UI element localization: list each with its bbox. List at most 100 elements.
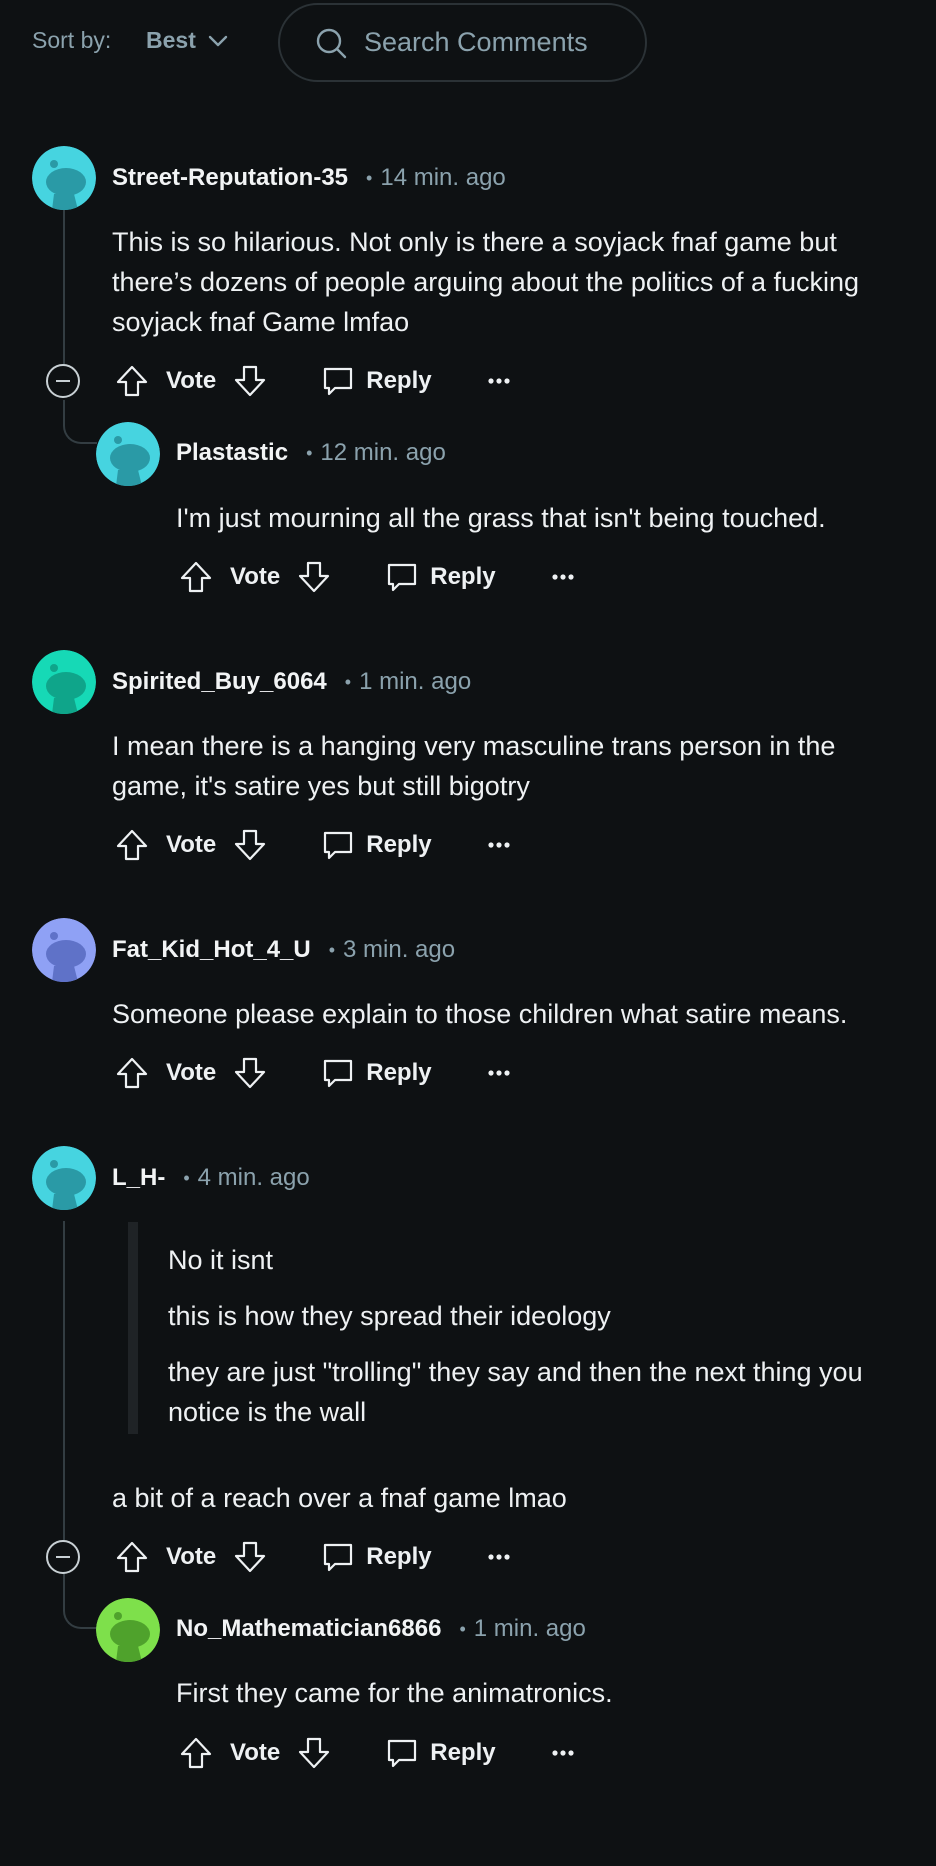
avatar[interactable] bbox=[32, 146, 96, 210]
more-options-icon[interactable] bbox=[551, 574, 574, 580]
comment-body: This is so hilarious. Not only is there … bbox=[112, 227, 860, 337]
avatar[interactable] bbox=[32, 650, 96, 714]
comment-body: a bit of a reach over a fnaf game lmao bbox=[112, 1483, 567, 1513]
upvote-icon[interactable] bbox=[178, 1735, 214, 1771]
reply-button[interactable]: Reply bbox=[322, 365, 432, 397]
author-name[interactable]: Spirited_Buy_6064 bbox=[112, 668, 327, 696]
downvote-icon[interactable] bbox=[232, 1539, 268, 1575]
avatar[interactable] bbox=[96, 422, 160, 486]
comment-actions: Vote Reply bbox=[114, 1051, 510, 1095]
search-input[interactable] bbox=[364, 27, 624, 58]
author-name[interactable]: L_H- bbox=[112, 1164, 165, 1192]
upvote-icon[interactable] bbox=[114, 827, 150, 863]
separator-dot: • bbox=[328, 939, 336, 960]
reply-label: Reply bbox=[430, 563, 496, 590]
separator-dot: • bbox=[459, 1618, 466, 1639]
comment-actions: Vote Reply bbox=[178, 555, 574, 599]
reply-button[interactable]: Reply bbox=[322, 1541, 432, 1573]
comment-icon bbox=[388, 563, 417, 592]
more-options-icon[interactable] bbox=[487, 378, 510, 384]
comment-header: Street-Reputation-35 • 14 min. ago bbox=[112, 163, 506, 193]
thread-line bbox=[63, 210, 65, 367]
timestamp: 4 min. ago bbox=[197, 1164, 310, 1191]
timestamp: 3 min. ago bbox=[343, 936, 456, 963]
vote-label: Vote bbox=[230, 563, 281, 590]
upvote-icon[interactable] bbox=[114, 1539, 150, 1575]
comment-body: Someone please explain to those children… bbox=[112, 999, 848, 1029]
comment-actions: Vote Reply bbox=[114, 359, 510, 403]
minus-icon bbox=[56, 1556, 70, 1558]
separator-dot: • bbox=[306, 442, 313, 463]
timestamp: 12 min. ago bbox=[320, 439, 446, 466]
comments-toolbar: Sort by: Best bbox=[0, 0, 936, 85]
minus-icon bbox=[56, 380, 70, 382]
reply-label: Reply bbox=[366, 1059, 432, 1086]
more-options-icon[interactable] bbox=[551, 1750, 574, 1756]
upvote-icon[interactable] bbox=[114, 363, 150, 399]
timestamp: 14 min. ago bbox=[380, 164, 506, 191]
timestamp: 1 min. ago bbox=[359, 668, 472, 695]
author-name[interactable]: Plastastic bbox=[176, 439, 288, 467]
reply-label: Reply bbox=[430, 1739, 496, 1766]
vote-label: Vote bbox=[166, 367, 217, 394]
sort-label: Sort by: bbox=[32, 27, 112, 53]
thread-line bbox=[63, 1221, 65, 1555]
quote-line: No it isnt bbox=[168, 1245, 274, 1275]
reply-button[interactable]: Reply bbox=[386, 1737, 496, 1769]
separator-dot: • bbox=[183, 1167, 190, 1188]
separator-dot: • bbox=[366, 167, 373, 188]
more-options-icon[interactable] bbox=[487, 1070, 510, 1076]
comment-actions: Vote Reply bbox=[114, 823, 510, 867]
comment-actions: Vote Reply bbox=[114, 1535, 510, 1579]
comment-body: First they came for the animatronics. bbox=[176, 1678, 613, 1708]
vote-label: Vote bbox=[166, 1543, 217, 1570]
avatar[interactable] bbox=[96, 1598, 160, 1662]
comment-icon bbox=[388, 1739, 417, 1768]
comment-header: No_Mathematician6866 • 1 min. ago bbox=[176, 1614, 586, 1644]
avatar[interactable] bbox=[32, 1146, 96, 1210]
comment-icon bbox=[324, 1059, 353, 1088]
downvote-icon[interactable] bbox=[232, 363, 268, 399]
author-name[interactable]: No_Mathematician6866 bbox=[176, 1615, 441, 1643]
downvote-icon[interactable] bbox=[232, 1055, 268, 1091]
thread-line-elbow bbox=[63, 400, 97, 444]
vote-label: Vote bbox=[166, 1059, 217, 1086]
collapse-thread-button[interactable] bbox=[46, 1540, 80, 1574]
comment-body: I'm just mourning all the grass that isn… bbox=[176, 503, 826, 533]
blockquote: No it isnt this is how they spread their… bbox=[128, 1222, 908, 1434]
comment-actions: Vote Reply bbox=[178, 1731, 574, 1775]
comment-body: I mean there is a hanging very masculine… bbox=[112, 731, 836, 801]
downvote-icon[interactable] bbox=[296, 559, 332, 595]
vote-label: Vote bbox=[230, 1739, 281, 1766]
thread-line-elbow bbox=[63, 1573, 97, 1629]
vote-label: Vote bbox=[166, 831, 217, 858]
downvote-icon[interactable] bbox=[232, 827, 268, 863]
comment-header: Fat_Kid_Hot_4_U • 3 min. ago bbox=[112, 935, 455, 965]
comment-header: L_H- • 4 min. ago bbox=[112, 1163, 310, 1193]
reply-label: Reply bbox=[366, 367, 432, 394]
collapse-thread-button[interactable] bbox=[46, 364, 80, 398]
comment-header: Spirited_Buy_6064 • 1 min. ago bbox=[112, 667, 471, 697]
downvote-icon[interactable] bbox=[296, 1735, 332, 1771]
reply-button[interactable]: Reply bbox=[322, 1057, 432, 1089]
avatar[interactable] bbox=[32, 918, 96, 982]
quote-line: this is how they spread their ideology bbox=[168, 1301, 611, 1331]
sort-dropdown[interactable]: Best bbox=[146, 27, 228, 54]
author-name[interactable]: Street-Reputation-35 bbox=[112, 164, 348, 192]
upvote-icon[interactable] bbox=[178, 559, 214, 595]
reply-button[interactable]: Reply bbox=[322, 829, 432, 861]
more-options-icon[interactable] bbox=[487, 842, 510, 848]
reply-label: Reply bbox=[366, 1543, 432, 1570]
search-icon bbox=[316, 28, 347, 58]
comment-header: Plastastic • 12 min. ago bbox=[176, 438, 446, 468]
more-options-icon[interactable] bbox=[487, 1554, 510, 1560]
comment-icon bbox=[324, 831, 353, 860]
chevron-down-icon bbox=[208, 35, 228, 46]
search-box[interactable] bbox=[278, 3, 647, 82]
author-name[interactable]: Fat_Kid_Hot_4_U bbox=[112, 936, 311, 964]
quote-line: they are just "trolling" they say and th… bbox=[168, 1357, 863, 1427]
separator-dot: • bbox=[344, 671, 352, 692]
reply-label: Reply bbox=[366, 831, 432, 858]
upvote-icon[interactable] bbox=[114, 1055, 150, 1091]
reply-button[interactable]: Reply bbox=[386, 561, 496, 593]
